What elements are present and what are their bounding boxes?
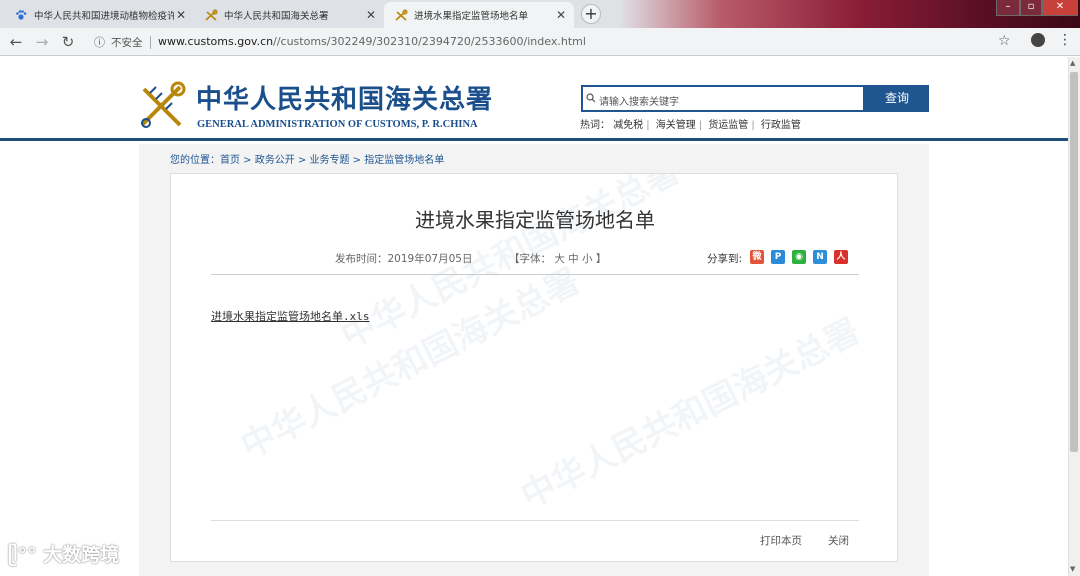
breadcrumb-sep: > bbox=[349, 155, 365, 166]
breadcrumb-current[interactable]: 指定监管场地名单 bbox=[364, 155, 444, 166]
attachment-link[interactable]: 进境水果指定监管场地名单.xls bbox=[211, 308, 370, 324]
breadcrumb-sep: > bbox=[294, 155, 310, 166]
divider: | bbox=[646, 120, 650, 131]
breadcrumb-home[interactable]: 首页 bbox=[220, 155, 240, 166]
search-button[interactable]: 查询 bbox=[865, 85, 929, 112]
hot-term[interactable]: 货运监管 bbox=[708, 116, 748, 131]
breadcrumb-topics[interactable]: 业务专题 bbox=[310, 155, 350, 166]
search-input[interactable]: 请输入搜索关键字 bbox=[581, 85, 865, 112]
scroll-up-icon[interactable]: ▲ bbox=[1070, 59, 1075, 67]
pdf-icon[interactable]: 人 bbox=[834, 250, 848, 264]
article-title: 进境水果指定监管场地名单 bbox=[415, 208, 655, 232]
kebab-menu-icon[interactable]: ⋮ bbox=[1058, 32, 1072, 48]
corner-logo-icon: ᥫ°° bbox=[8, 544, 44, 566]
search-placeholder: 请输入搜索关键字 bbox=[599, 97, 679, 108]
weibo-icon[interactable]: 微 bbox=[750, 250, 764, 264]
close-icon[interactable]: ✕ bbox=[174, 8, 188, 22]
close-icon[interactable]: ✕ bbox=[554, 8, 568, 22]
hot-words: 热词： 减免税 | 海关管理 | 货运监管 | 行政监管 bbox=[580, 116, 801, 131]
scroll-down-icon[interactable]: ▼ bbox=[1070, 565, 1075, 573]
breadcrumb: 您的位置：首页 > 政务公开 > 业务专题 > 指定监管场地名单 bbox=[170, 151, 444, 166]
new-tab-button[interactable]: + bbox=[581, 4, 601, 24]
minimize-button[interactable]: – bbox=[996, 0, 1020, 16]
url-path: //customs/302249/302310/2394720/2533600/… bbox=[273, 35, 586, 48]
customs-icon bbox=[204, 8, 218, 22]
hot-term[interactable]: 海关管理 bbox=[656, 116, 696, 131]
wechat-icon[interactable]: ◉ bbox=[792, 250, 806, 264]
site-header: 中华人民共和国海关总署 GENERAL ADMINISTRATION OF CU… bbox=[0, 57, 1068, 141]
hot-term[interactable]: 减免税 bbox=[613, 116, 643, 131]
print-button[interactable]: 打印本页 bbox=[760, 533, 802, 548]
tab-quarantine[interactable]: 中华人民共和国进境动植物检疫许 ✕ bbox=[4, 2, 194, 28]
address-bar[interactable]: ⓘ 不安全 www.customs.gov.cn//customs/302249… bbox=[86, 30, 1022, 54]
scrollbar-thumb[interactable] bbox=[1070, 72, 1078, 452]
breadcrumb-public[interactable]: 政务公开 bbox=[255, 155, 295, 166]
close-button[interactable]: 关闭 bbox=[828, 533, 849, 548]
security-label: 不安全 bbox=[111, 37, 143, 49]
article-card: 中华人民共和国海关总署 中华人民共和国海关总署 中华人民共和国海关总署 进境水果… bbox=[170, 173, 898, 562]
hot-label: 热词： bbox=[580, 120, 610, 131]
corner-watermark-text: 大数跨境 bbox=[43, 544, 120, 566]
forward-arrow-icon[interactable]: → bbox=[32, 32, 52, 52]
publish-date: 发布时间：2019年07月05日 bbox=[335, 253, 473, 265]
tencent-icon[interactable]: P bbox=[771, 250, 785, 264]
site-title-en: GENERAL ADMINISTRATION OF CUSTOMS, P. R.… bbox=[197, 119, 478, 130]
web-page: 中华人民共和国海关总署 GENERAL ADMINISTRATION OF CU… bbox=[0, 57, 1068, 576]
font-size-selector[interactable]: 【字体： 大 中 小 】 bbox=[509, 251, 606, 266]
divider bbox=[150, 36, 151, 49]
share-label: 分享到: bbox=[707, 253, 743, 265]
tab-label: 进境水果指定监管场地名单 bbox=[414, 11, 529, 22]
close-icon[interactable]: ✕ bbox=[364, 8, 378, 22]
site-title-cn: 中华人民共和国海关总署 bbox=[196, 85, 494, 115]
divider bbox=[211, 274, 859, 275]
divider: | bbox=[698, 120, 703, 131]
paw-icon bbox=[14, 8, 28, 22]
divider: | bbox=[751, 120, 755, 131]
tab-fruit-list[interactable]: 进境水果指定监管场地名单 ✕ bbox=[384, 2, 574, 28]
customs-emblem-icon bbox=[140, 81, 186, 128]
url-text[interactable]: www.customs.gov.cn//customs/302249/30231… bbox=[158, 35, 586, 48]
share-icons: 微 P ◉ N 人 bbox=[750, 250, 848, 264]
customs-icon bbox=[394, 8, 408, 22]
breadcrumb-prefix: 您的位置： bbox=[170, 155, 220, 166]
watermark-text: 中华人民共和国海关总署 bbox=[514, 311, 867, 517]
reload-icon[interactable]: ↻ bbox=[58, 32, 78, 52]
back-arrow-icon[interactable]: ← bbox=[6, 32, 26, 52]
profile-avatar-icon[interactable] bbox=[1031, 33, 1045, 47]
divider bbox=[211, 520, 859, 521]
tab-label: 中华人民共和国进境动植物检疫许 bbox=[34, 11, 174, 22]
browser-toolbar: ← → ↻ ⓘ 不安全 www.customs.gov.cn//customs/… bbox=[0, 28, 1080, 56]
hot-term[interactable]: 行政监管 bbox=[761, 116, 801, 131]
info-icon[interactable]: ⓘ bbox=[94, 34, 105, 50]
maximize-button[interactable]: ▫ bbox=[1020, 0, 1042, 16]
breadcrumb-sep: > bbox=[240, 155, 255, 166]
search-icon bbox=[586, 93, 596, 103]
tab-label: 中华人民共和国海关总署 bbox=[224, 11, 329, 22]
bookmark-star-icon[interactable]: ☆ bbox=[998, 33, 1011, 49]
tab-customs-home[interactable]: 中华人民共和国海关总署 ✕ bbox=[194, 2, 384, 28]
window-close-button[interactable]: ✕ bbox=[1042, 0, 1078, 16]
corner-watermark: ᥫ°° 大数跨境 bbox=[8, 540, 119, 567]
renren-icon[interactable]: N bbox=[813, 250, 827, 264]
url-host: www.customs.gov.cn bbox=[158, 35, 274, 48]
